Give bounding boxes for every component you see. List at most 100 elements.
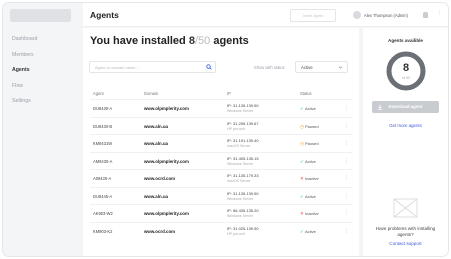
search-placeholder: Agent or domain name ... (95, 65, 140, 70)
status-badge: ✓Active (300, 229, 316, 235)
sidebar-nav: Dashboard Members Agents Flow Settings (12, 36, 37, 114)
status-label: Paused (305, 141, 319, 146)
agent-domain: www.aln.ua (144, 123, 168, 129)
table-row[interactable]: AK903-W2 www.olpmplerity.com IP: 56.435.13… (90, 204, 352, 222)
sidebar-item-dashboard[interactable]: Dashboard (12, 36, 37, 52)
agent-os: Windows Server (227, 214, 254, 218)
status-label: Active (305, 158, 316, 164)
table-row[interactable]: A09430-A www.ocrd.com IP: 31.135.179.33 mac… (90, 169, 352, 187)
heading-prefix: You have installed (90, 35, 186, 47)
logo (10, 9, 71, 22)
ip-address: IP: 31.405.135.15 (227, 155, 259, 161)
search-icon[interactable] (206, 64, 212, 70)
sidebar: Dashboard Members Agents Flow Settings (3, 3, 78, 256)
agent-domain: www.aln.ua (144, 193, 168, 199)
contact-support-link[interactable]: Contact support (363, 241, 448, 246)
agent-domain: www.olpmplerity.com (144, 211, 189, 216)
download-icon (377, 104, 383, 110)
bell-icon[interactable] (423, 12, 428, 18)
more-vertical-icon[interactable]: ⋮ (437, 11, 442, 16)
row-more-icon[interactable]: ⋮ (344, 193, 349, 199)
row-more-icon[interactable]: ⋮ (344, 105, 349, 111)
agent-ip: IP: 31.135.139.50 Windows Server (227, 103, 259, 114)
row-more-icon[interactable]: ⋮ (344, 210, 349, 216)
avatar[interactable] (353, 11, 361, 19)
help-text: Have problems with installing agents? (375, 226, 436, 237)
status-badge: ✕Inactive (300, 176, 319, 182)
row-more-icon[interactable]: ⋮ (344, 140, 349, 146)
sidebar-item-agents[interactable]: Agents (12, 67, 37, 83)
row-more-icon[interactable]: ⋮ (344, 158, 349, 164)
agent-id: AK903-W2 (93, 211, 113, 216)
main-content: You have installed 8/50 agents Agent or … (83, 28, 359, 256)
row-more-icon[interactable]: ⋮ (344, 123, 349, 129)
installed-total: /50 (194, 35, 211, 47)
ip-address: IP: 31.135.139.50 (227, 103, 259, 108)
table-row[interactable]: DU9445-A www.aln.ua IP: 31.135.139.50 Windo… (90, 186, 352, 205)
agent-id: A09430-A (93, 176, 112, 181)
availability-panel: Agents availible 8 of 50 Download agent … (363, 28, 448, 256)
status-badge: ✓Active (300, 194, 316, 200)
agent-os: Windows Server (227, 109, 254, 113)
agent-ip: IP: 31.295.139.67 HP pro.unit (227, 121, 259, 132)
status-label: Inactive (305, 211, 319, 216)
installed-heading: You have installed 8/50 agents (90, 35, 249, 47)
status-filter-select[interactable]: Active (295, 61, 348, 73)
agent-ip: IP: 31.135.139.50 Windows Server (227, 191, 259, 202)
heading-suffix: agents (213, 35, 249, 47)
agent-domain: www.ocrd.com (144, 228, 176, 234)
agent-domain: www.ocrd.com (144, 176, 176, 181)
table-row[interactable]: DU9430-A www.olpmplerity.com IP: 31.135.13… (90, 99, 352, 117)
agent-domain: www.aln.ua (144, 141, 168, 146)
ip-address: IP: 31.135.139.50 (227, 190, 259, 196)
table-row[interactable]: DU9430-B www.aln.ua IP: 31.295.139.67 HP pr… (90, 116, 352, 135)
agent-domain: www.olpmplerity.com (144, 106, 189, 111)
sidebar-item-settings[interactable]: Settings (12, 98, 37, 114)
column-status[interactable]: Status (300, 91, 312, 96)
table-row[interactable]: AM9430-A www.olpmplerity.com IP: 31.405.13… (90, 151, 352, 170)
ip-address: IP: 31.135.179.33 (227, 173, 259, 178)
top-bar: Agents Invite agent Alex Thompson (Admin… (83, 3, 448, 27)
status-filter-value: Active (301, 65, 313, 70)
agent-os: Windows Server (227, 161, 254, 166)
page-title: Agents (90, 10, 119, 20)
sidebar-item-flow[interactable]: Flow (12, 83, 37, 99)
status-badge: ✓Active (300, 106, 316, 112)
table-row[interactable]: KM9431W www.aln.ua IP: 31.191.139.40 macOS … (90, 134, 352, 152)
row-more-icon[interactable]: ⋮ (344, 228, 349, 234)
status-badge: ✕Inactive (300, 211, 319, 217)
table-row[interactable]: KM903-K2 www.ocrd.com IP: 31.025.139.50 HP … (90, 221, 352, 240)
agent-id: KM9431W (93, 141, 113, 146)
invite-agent-button[interactable]: Invite agent (290, 9, 336, 22)
agent-os: Windows Server (227, 196, 254, 201)
agent-os: macOS Server (227, 179, 251, 183)
row-more-icon[interactable]: ⋮ (344, 175, 349, 181)
get-more-agents-link[interactable]: Get more agents (363, 123, 448, 128)
status-label: Active (305, 193, 316, 199)
agent-os: macOS Server (227, 144, 251, 148)
availability-ring: 8 of 50 (385, 50, 427, 92)
agent-ip: IP: 31.405.135.15 Windows Server (227, 156, 259, 167)
column-ip[interactable]: IP (227, 91, 231, 96)
agent-id: DU9430-B (93, 123, 113, 129)
agent-ip: IP: 31.191.139.40 macOS Server (227, 138, 259, 149)
column-agent[interactable]: Agent (93, 91, 104, 96)
status-label: Active (305, 228, 316, 234)
status-badge: ◷Paused (300, 124, 319, 130)
search-input[interactable]: Agent or domain name ... (89, 61, 216, 73)
user-name[interactable]: Alex Thompson (Admin) (364, 13, 408, 18)
available-count: 8 (402, 62, 410, 74)
ip-address: IP: 31.191.139.40 (227, 138, 259, 143)
agent-id: DU9445-A (93, 193, 113, 199)
app-window: Dashboard Members Agents Flow Settings Agent… (3, 3, 448, 256)
agent-ip: IP: 31.025.139.50 HP pro.unit (227, 226, 259, 237)
ip-address: IP: 31.295.139.67 (227, 120, 259, 126)
status-label: Active (305, 106, 316, 111)
status-label: Paused (305, 123, 319, 129)
ip-address: IP: 56.435.135.20 (227, 208, 259, 213)
column-domain[interactable]: Domain (144, 91, 158, 96)
sidebar-item-members[interactable]: Members (12, 52, 37, 68)
download-label: Download agent (388, 104, 423, 109)
chevron-down-icon (338, 66, 343, 69)
download-agent-button[interactable]: Download agent (372, 101, 439, 113)
